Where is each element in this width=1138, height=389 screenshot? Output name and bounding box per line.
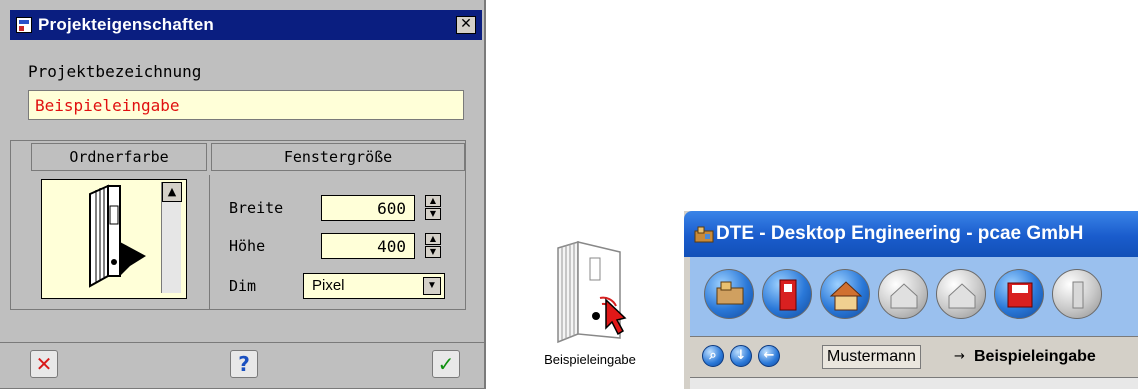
search-icon[interactable]: ⌕	[702, 345, 724, 367]
house-tool-button[interactable]	[820, 269, 870, 319]
tool-icon	[1072, 281, 1084, 309]
dte-app-icon	[694, 226, 714, 243]
stepper-down-icon[interactable]: ▼	[425, 208, 441, 220]
height-input[interactable]: 400	[321, 233, 415, 259]
cancel-button[interactable]: ✕	[30, 350, 58, 378]
dim-select-value: Pixel	[312, 277, 345, 294]
house-outline-button-1[interactable]	[878, 269, 928, 319]
height-stepper[interactable]: ▲ ▼	[425, 233, 441, 259]
save-icon	[1007, 282, 1033, 308]
down-icon[interactable]: ↓	[730, 345, 752, 367]
projekteigenschaften-dialog: Projekteigenschaften ✕ Projektbezeichnun…	[0, 0, 486, 389]
breadcrumb-arrow: →	[954, 349, 965, 364]
binder-icon	[557, 240, 627, 344]
window-size-header: Fenstergröße	[211, 143, 465, 171]
house-icon	[829, 281, 863, 311]
footer-divider	[0, 342, 486, 343]
dialog-icon	[16, 17, 32, 33]
ok-button[interactable]: ✓	[432, 350, 460, 378]
save-button[interactable]	[994, 269, 1044, 319]
settings-group: Ordnerfarbe Fenstergröße ▲ Breite 600 ▲ …	[10, 140, 466, 310]
folder-color-header: Ordnerfarbe	[31, 143, 207, 171]
width-stepper[interactable]: ▲ ▼	[425, 195, 441, 221]
dte-content-area	[690, 377, 1138, 389]
stepper-up-icon[interactable]: ▲	[425, 233, 441, 245]
binder-tool-button[interactable]	[762, 269, 812, 319]
dte-navbar: ⌕ ↓ ← Mustermann → Beispieleingabe	[690, 337, 1138, 377]
project-desktop-icon[interactable]: Beispieleingabe	[530, 238, 650, 372]
dialog-title: Projekteigenschaften	[38, 15, 214, 34]
project-name-input[interactable]: Beispieleingabe	[28, 90, 464, 120]
dte-titlebar[interactable]: DTE - Desktop Engineering - pcae GmbH	[684, 211, 1138, 257]
help-icon: ?	[238, 352, 250, 376]
column-divider	[209, 175, 210, 309]
dte-toolbar	[690, 257, 1138, 337]
ok-icon: ✓	[437, 352, 455, 376]
stepper-up-icon[interactable]: ▲	[425, 195, 441, 207]
project-name-label: Projektbezeichnung	[28, 62, 202, 81]
dim-select[interactable]: Pixel ▼	[303, 273, 445, 299]
close-button[interactable]: ✕	[456, 16, 476, 34]
scroll-up-icon[interactable]: ▲	[162, 182, 182, 202]
folder-icon	[89, 184, 146, 288]
width-input[interactable]: 600	[321, 195, 415, 221]
dte-window-title: DTE - Desktop Engineering - pcae GmbH	[716, 223, 1084, 244]
breadcrumb-user[interactable]: Mustermann	[822, 345, 921, 369]
height-label: Höhe	[229, 237, 266, 255]
desk-icon	[716, 281, 744, 305]
dialog-titlebar[interactable]: Projekteigenschaften ✕	[10, 10, 482, 40]
dte-window: DTE - Desktop Engineering - pcae GmbH ⌕ …	[684, 211, 1138, 389]
breadcrumb-project: Beispieleingabe	[974, 348, 1096, 365]
width-label: Breite	[229, 199, 284, 217]
help-button[interactable]: ?	[230, 350, 258, 378]
chevron-down-icon[interactable]: ▼	[423, 277, 441, 295]
dim-label: Dim	[229, 277, 257, 295]
desktop-icon-label: Beispieleingabe	[544, 352, 636, 367]
desk-tool-button[interactable]	[704, 269, 754, 319]
folder-list-scrollbar[interactable]: ▲	[161, 182, 182, 293]
back-icon[interactable]: ←	[758, 345, 780, 367]
stepper-down-icon[interactable]: ▼	[425, 246, 441, 258]
house-outline-icon	[890, 283, 918, 309]
cancel-icon: ✕	[35, 352, 53, 376]
tool-button[interactable]	[1052, 269, 1102, 319]
red-binder-icon	[779, 279, 797, 311]
house-outline-icon	[948, 283, 976, 309]
house-outline-button-2[interactable]	[936, 269, 986, 319]
